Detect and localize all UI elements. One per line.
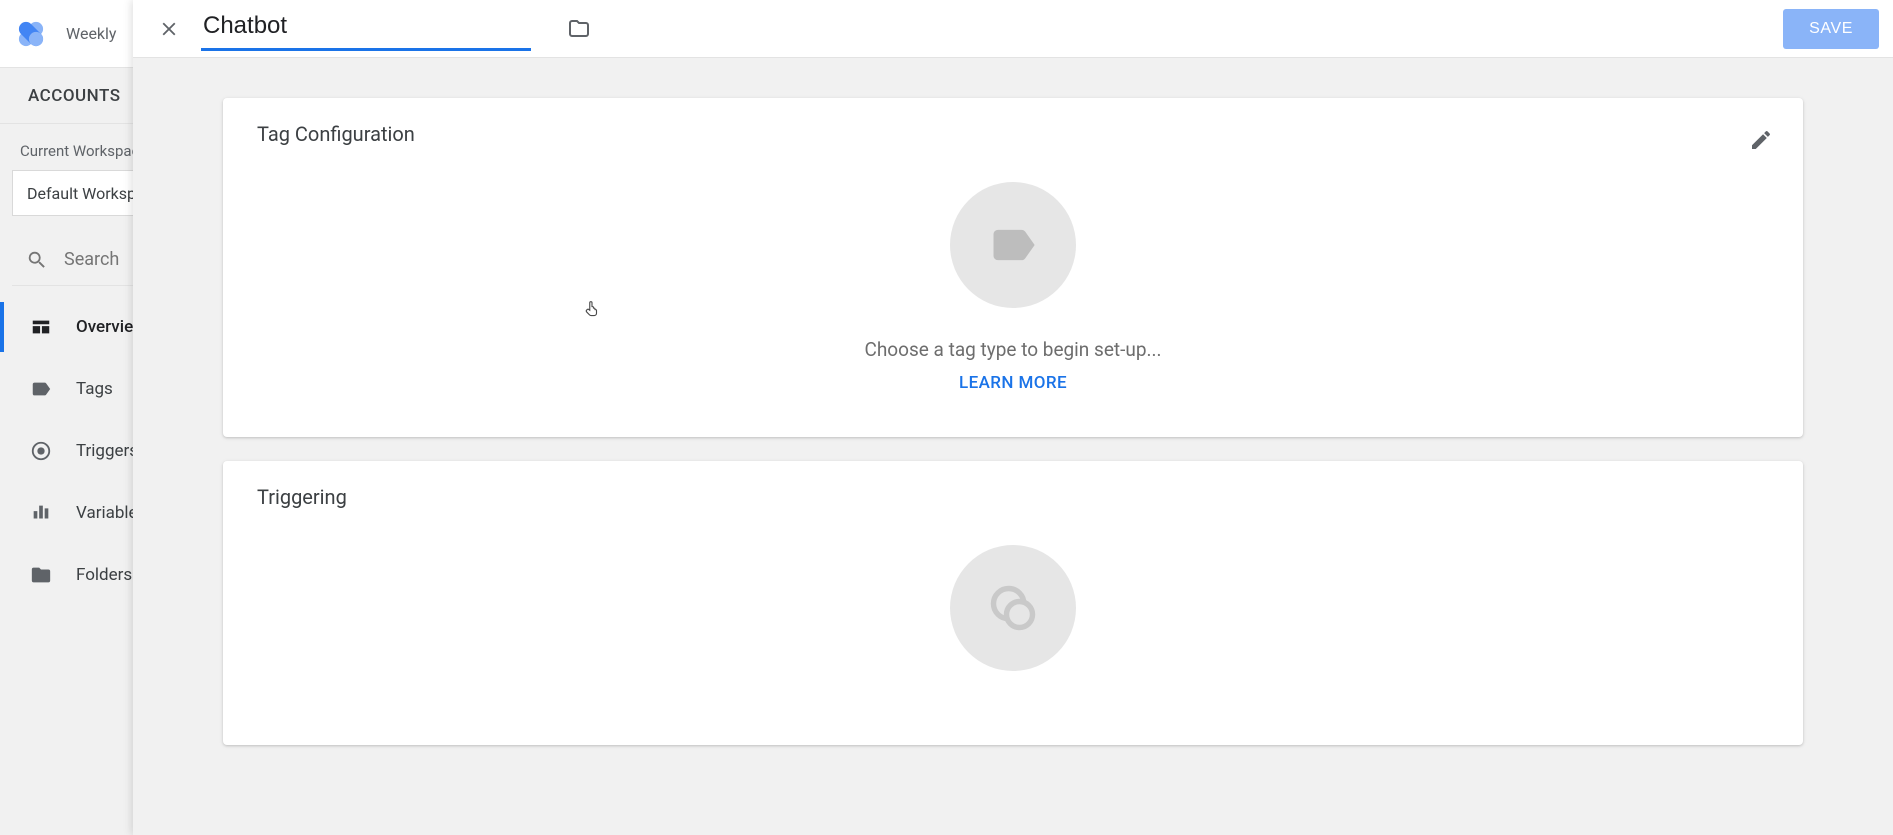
triggering-card[interactable]: Triggering: [223, 461, 1803, 745]
folder-outline-icon: [567, 17, 591, 41]
trigger-placeholder-icon: [987, 582, 1039, 634]
card-title: Triggering: [257, 485, 347, 509]
trigger-icon: [30, 440, 52, 462]
search-icon: [26, 249, 48, 271]
folder-button[interactable]: [557, 7, 601, 51]
learn-more-link[interactable]: LEARN MORE: [959, 373, 1067, 393]
dashboard-icon: [30, 316, 52, 338]
card-title: Tag Configuration: [257, 122, 415, 146]
panel-header: SAVE: [133, 0, 1893, 58]
save-button[interactable]: SAVE: [1783, 9, 1879, 49]
panel-body: Tag Configuration Choose a tag type to b…: [133, 58, 1893, 835]
tag-config-hint: Choose a tag type to begin set-up...: [864, 338, 1161, 361]
variables-icon: [30, 502, 52, 524]
nav-item-label: Tags: [76, 379, 113, 399]
folder-icon: [30, 564, 52, 586]
tag-icon: [30, 378, 52, 400]
close-icon: [158, 18, 180, 40]
pencil-icon: [1749, 128, 1773, 152]
tag-placeholder-icon-circle: [950, 182, 1076, 308]
edit-button[interactable]: [1741, 120, 1781, 160]
app-topbar-title: Weekly: [66, 24, 117, 43]
nav-item-label: Triggers: [76, 441, 138, 461]
tag-name-input[interactable]: [201, 7, 531, 51]
close-button[interactable]: [147, 7, 191, 51]
tag-editor-panel: SAVE Tag Configuration Choose a tag type…: [133, 0, 1893, 835]
tag-placeholder-icon: [987, 219, 1039, 271]
tag-configuration-card[interactable]: Tag Configuration Choose a tag type to b…: [223, 98, 1803, 437]
nav-item-label: Folders: [76, 565, 132, 585]
trigger-placeholder-icon-circle: [950, 545, 1076, 671]
gtm-logo: [14, 17, 48, 51]
search-placeholder: Search: [64, 249, 119, 270]
